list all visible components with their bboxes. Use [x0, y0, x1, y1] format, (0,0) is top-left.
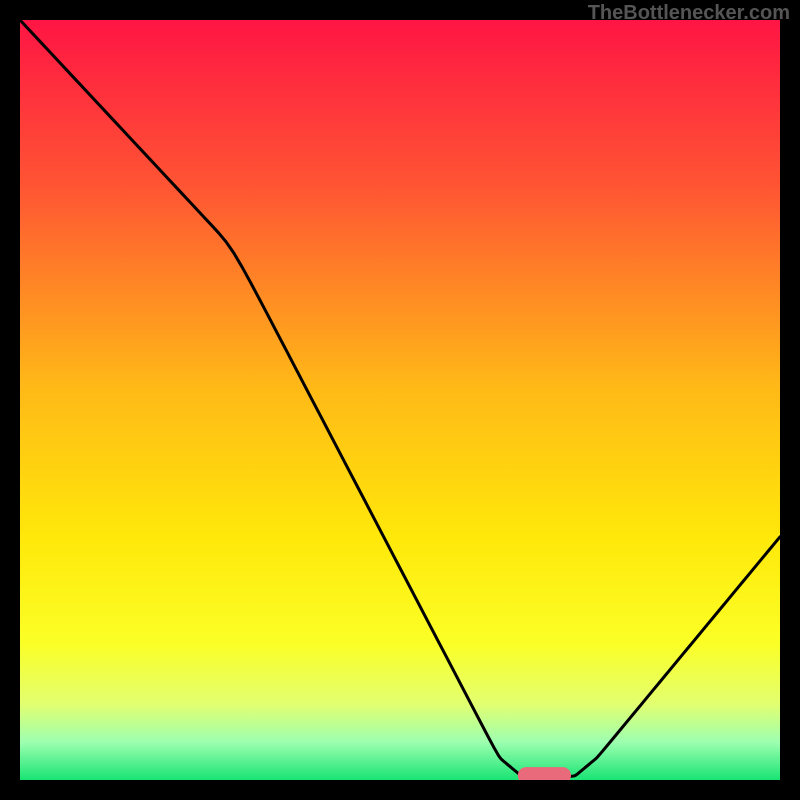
chart-svg: [20, 20, 780, 780]
chart-container: TheBottlenecker.com: [0, 0, 800, 800]
plot-area: [20, 20, 780, 780]
watermark-text: TheBottlenecker.com: [588, 2, 790, 25]
optimal-marker: [518, 767, 571, 780]
gradient-background: [20, 20, 780, 780]
